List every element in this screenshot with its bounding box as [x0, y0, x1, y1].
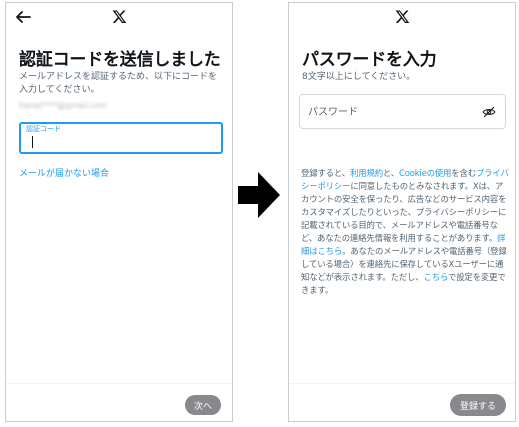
top-bar — [289, 3, 515, 31]
terms-text: 登録すると、利用規約と、Cookieの使用を含むプライバシーポリシーに同意したも… — [301, 167, 510, 297]
bottom-divider — [289, 383, 515, 384]
x-logo-icon — [395, 10, 410, 23]
top-bar — [6, 3, 232, 31]
text-caret — [32, 136, 33, 148]
page-title: パスワードを入力 — [302, 50, 437, 70]
instruction-text: 8文字以上にしてください。 — [302, 72, 416, 82]
password-input[interactable] — [308, 103, 473, 121]
terms-of-service-link[interactable]: 利用規約 — [350, 168, 383, 178]
settings-here-link[interactable]: こちら — [424, 272, 449, 282]
next-button[interactable]: 次へ — [185, 395, 221, 415]
verification-code-field[interactable]: 認証コード — [19, 122, 223, 154]
password-screen: パスワードを入力 8文字以上にしてください。 登録すると、利用規約と、Cooki… — [288, 2, 516, 422]
eye-off-icon[interactable] — [482, 105, 496, 119]
terms-text-part: を含む — [451, 168, 476, 178]
verification-code-input[interactable] — [26, 134, 216, 151]
left-arrow-icon[interactable] — [14, 9, 32, 25]
password-field[interactable] — [299, 94, 506, 129]
instruction-text: メールアドレスを認証するため、以下にコードを入力してください。 — [19, 72, 218, 95]
didnt-receive-email-link[interactable]: メールが届かない場合 — [19, 166, 109, 179]
register-button[interactable]: 登録する — [450, 394, 506, 416]
terms-text-part: と、 — [382, 168, 400, 178]
bottom-divider — [6, 383, 232, 384]
verification-code-screen: 認証コードを送信しました メールアドレスを認証するため、以下にコードを入力してく… — [5, 2, 233, 422]
cookie-use-link[interactable]: Cookieの使用 — [399, 168, 451, 178]
verification-code-label: 認証コード — [26, 125, 61, 133]
right-arrow-icon — [238, 172, 280, 218]
terms-text-part: 登録すると、 — [301, 168, 351, 178]
page-title: 認証コードを送信しました — [19, 50, 221, 70]
masked-email: hanaj****@gmail.com — [19, 101, 108, 110]
x-logo-icon — [112, 10, 127, 23]
